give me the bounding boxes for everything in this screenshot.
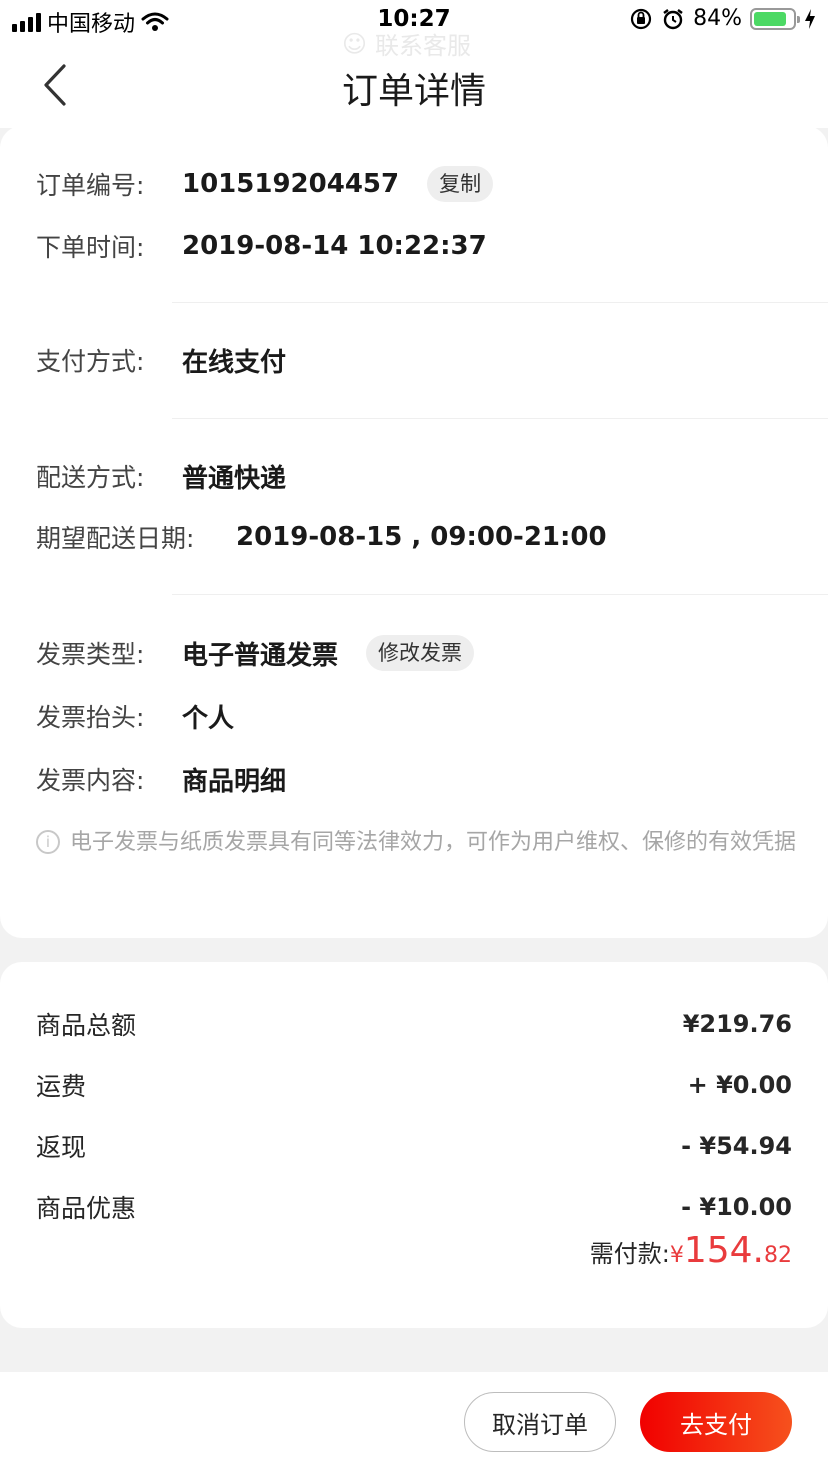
expected-date-row: 期望配送日期: 2019-08-15 , 09:00-21:00 xyxy=(36,517,607,557)
copy-button[interactable]: 复制 xyxy=(427,166,494,202)
payable-total: 需付款: ¥ 154. 82 xyxy=(590,1230,792,1271)
chat-icon: ☺ xyxy=(342,29,368,58)
order-number-value: 101519204457 xyxy=(182,169,400,199)
payment-row: 支付方式: 在线支付 xyxy=(36,340,286,380)
goods-total-row: 商品总额 ¥219.76 xyxy=(36,1004,792,1044)
order-time-label: 下单时间: xyxy=(36,233,145,262)
invoice-content-label: 发票内容: xyxy=(36,766,145,795)
cancel-order-button[interactable]: 取消订单 xyxy=(464,1392,616,1452)
bottom-action-bar: 取消订单 去支付 xyxy=(0,1372,828,1472)
invoice-title-value: 个人 xyxy=(182,703,235,734)
invoice-note-text: 电子发票与纸质发票具有同等法律效力，可作为用户维权、保修的有效凭据 xyxy=(70,830,797,855)
info-icon: i xyxy=(36,830,60,854)
page-title: 订单详情 xyxy=(341,71,486,112)
invoice-type-label: 发票类型: xyxy=(36,640,145,669)
payment-label: 支付方式: xyxy=(36,347,145,376)
payable-decimal: 82 xyxy=(764,1243,792,1268)
invoice-type-row: 发票类型: 电子普通发票 修改发票 xyxy=(36,633,475,673)
ghost-service-label: ☺ 联系客服 xyxy=(342,26,471,61)
invoice-title-label: 发票抬头: xyxy=(36,703,145,732)
shipping-row: 运费 + ¥0.00 xyxy=(36,1065,792,1105)
order-number-row: 订单编号: 101519204457 复制 xyxy=(36,164,494,204)
delivery-row: 配送方式: 普通快递 xyxy=(36,456,286,496)
cashback-value: - ¥54.94 xyxy=(681,1132,792,1160)
discount-value: - ¥10.00 xyxy=(681,1193,792,1221)
discount-row: 商品优惠 - ¥10.00 xyxy=(36,1187,792,1227)
invoice-note: i 电子发票与纸质发票具有同等法律效力，可作为用户维权、保修的有效凭据 xyxy=(36,824,796,862)
cashback-label: 返现 xyxy=(36,1133,87,1162)
payable-currency: ¥ xyxy=(669,1243,684,1268)
status-right: 84% xyxy=(629,6,816,31)
payable-integer: 154. xyxy=(683,1230,764,1271)
order-number-label: 订单编号: xyxy=(36,171,145,200)
battery-percent: 84% xyxy=(693,6,742,31)
invoice-type-value: 电子普通发票 xyxy=(182,640,339,671)
discount-label: 商品优惠 xyxy=(36,1194,137,1223)
goods-total-value: ¥219.76 xyxy=(682,1010,792,1038)
expected-date-label: 期望配送日期: xyxy=(36,524,195,553)
shipping-value: + ¥0.00 xyxy=(687,1071,792,1099)
charging-icon xyxy=(805,8,815,29)
invoice-content-row: 发票内容: 商品明细 xyxy=(36,759,286,799)
order-time-row: 下单时间: 2019-08-14 10:22:37 xyxy=(36,226,487,266)
rotation-lock-icon xyxy=(630,8,652,29)
payable-label: 需付款: xyxy=(589,1240,670,1268)
payment-value: 在线支付 xyxy=(182,347,287,378)
order-info-card: 订单编号: 101519204457 复制 下单时间: 2019-08-14 1… xyxy=(0,126,828,938)
divider xyxy=(172,594,828,595)
divider xyxy=(172,418,828,419)
divider xyxy=(172,302,828,303)
pay-button[interactable]: 去支付 xyxy=(640,1392,792,1452)
nav-bar: ☺ 联系客服 订单详情 xyxy=(0,30,828,128)
invoice-title-row: 发票抬头: 个人 xyxy=(36,696,234,736)
edit-invoice-button[interactable]: 修改发票 xyxy=(366,635,475,671)
delivery-value: 普通快递 xyxy=(182,463,287,494)
battery-icon xyxy=(750,7,800,30)
alarm-icon xyxy=(663,8,683,29)
goods-total-label: 商品总额 xyxy=(36,1011,137,1040)
invoice-content-value: 商品明细 xyxy=(182,766,287,797)
expected-date-value: 2019-08-15 , 09:00-21:00 xyxy=(236,522,607,552)
shipping-label: 运费 xyxy=(36,1072,87,1101)
delivery-label: 配送方式: xyxy=(36,463,145,492)
cashback-row: 返现 - ¥54.94 xyxy=(36,1126,792,1166)
order-time-value: 2019-08-14 10:22:37 xyxy=(182,231,487,261)
price-summary-card: 商品总额 ¥219.76 运费 + ¥0.00 返现 - ¥54.94 商品优惠… xyxy=(0,962,828,1328)
ghost-service-text: 联系客服 xyxy=(375,32,472,60)
